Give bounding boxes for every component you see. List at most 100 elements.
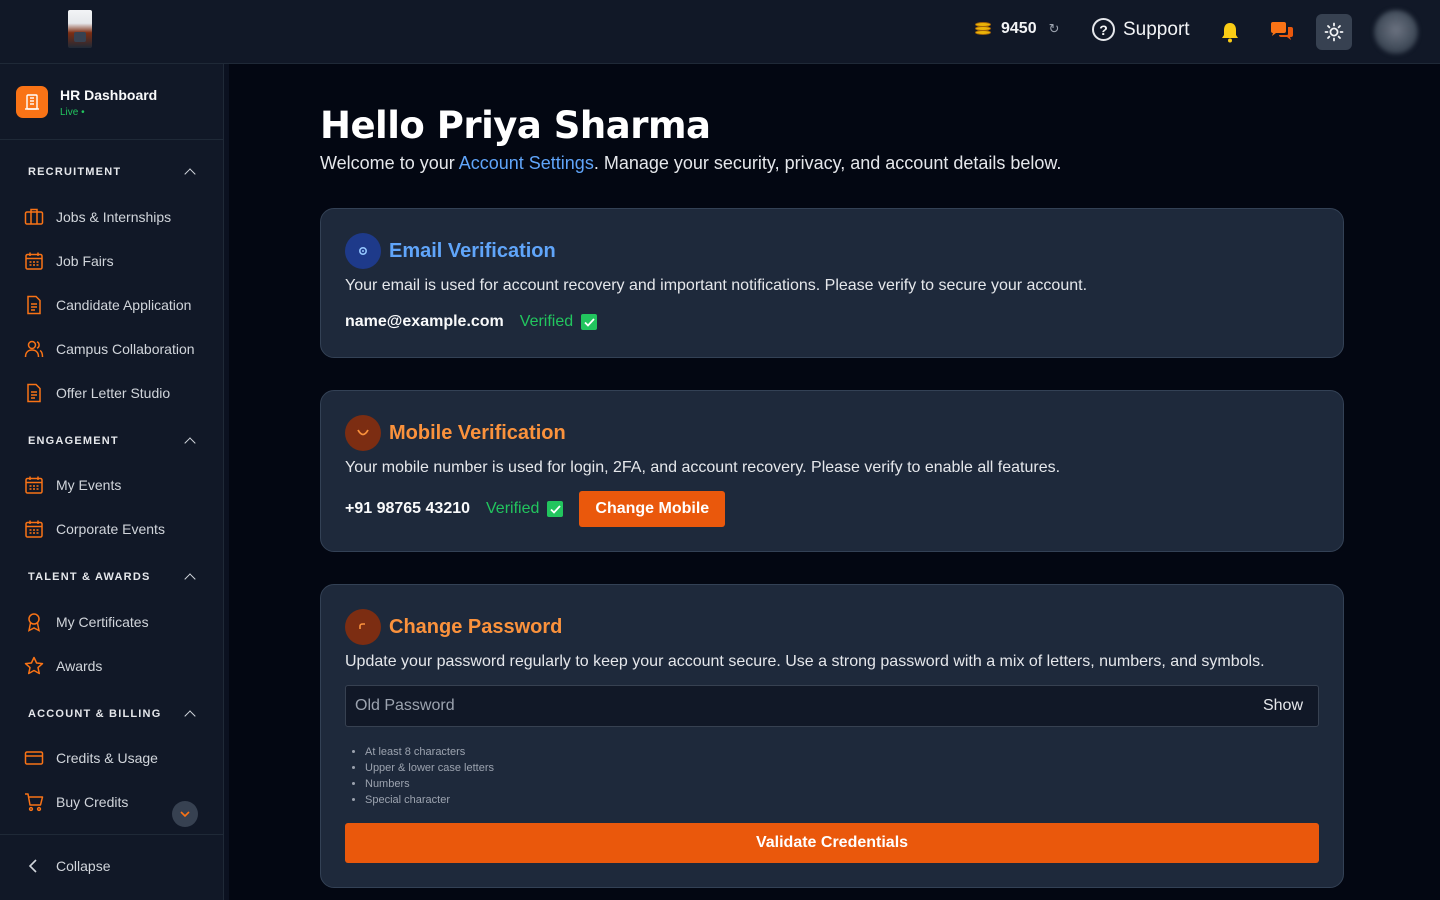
live-status: Live (60, 107, 157, 118)
sidebar-item-label: Buy Credits (56, 794, 129, 810)
section-label: ENGAGEMENT (28, 435, 119, 447)
validate-credentials-button[interactable]: Validate Credentials (345, 823, 1319, 863)
users-icon (24, 340, 44, 358)
sidebar-item-label: My Events (56, 477, 122, 493)
scroll-down-button[interactable] (172, 801, 198, 827)
help-icon: ? (1092, 18, 1115, 41)
main-content: Hello Priya Sharma Welcome to your Accou… (229, 64, 1440, 900)
chevron-up-icon (184, 710, 196, 722)
chevron-up-icon (184, 168, 196, 180)
sidebar-item-label: Campus Collaboration (56, 341, 195, 357)
card-description: Update your password regularly to keep y… (345, 653, 1265, 670)
sidebar-item-label: Job Fairs (56, 253, 114, 269)
change-password-card: Change Password Update your password reg… (320, 584, 1344, 888)
welcome-text: Welcome to your Account Settings. Manage… (320, 153, 1061, 174)
email-icon (345, 233, 381, 269)
sidebar-item-campus-collaboration[interactable]: Campus Collaboration (24, 339, 195, 359)
sidebar-item-label: Corporate Events (56, 521, 165, 537)
ribbon-icon (27, 613, 41, 632)
calendar-icon (25, 252, 43, 270)
credits-value: 9450 (1001, 20, 1037, 37)
card-header: Change Password (345, 609, 562, 645)
card-header: Email Verification (345, 233, 556, 269)
briefcase-icon (24, 208, 44, 225)
card-description: Your mobile number is used for login, 2F… (345, 459, 1061, 476)
sidebar-brand[interactable]: HR Dashboard Live (16, 86, 157, 118)
support-button[interactable]: ? Support (1092, 18, 1190, 41)
check-icon (547, 501, 564, 517)
password-rules: At least 8 characters Upper & lower case… (365, 744, 494, 808)
sidebar-item-jobs-internships[interactable]: Jobs & Internships (24, 207, 171, 227)
sidebar-item-job-fairs[interactable]: Job Fairs (24, 251, 114, 271)
email-row: name@example.com Verified (345, 313, 598, 331)
verified-badge: Verified (486, 500, 564, 518)
collapse-label: Collapse (56, 858, 111, 874)
old-password-field[interactable]: Old Password Show (345, 685, 1319, 727)
user-avatar[interactable] (1374, 10, 1418, 54)
section-label: RECRUITMENT (28, 166, 122, 178)
sidebar: HR Dashboard Live RECRUITMENT Jobs & Int… (0, 64, 224, 900)
section-recruitment[interactable]: RECRUITMENT (28, 166, 198, 180)
sidebar-item-awards[interactable]: Awards (24, 656, 102, 676)
cart-icon (25, 793, 44, 812)
collapse-button[interactable]: Collapse (28, 858, 110, 874)
sidebar-item-label: Offer Letter Studio (56, 385, 171, 401)
sidebar-item-corporate-events[interactable]: Corporate Events (24, 519, 165, 539)
section-account-billing[interactable]: ACCOUNT & BILLING (28, 708, 198, 722)
section-talent-awards[interactable]: TALENT & AWARDS (28, 571, 198, 585)
mobile-row: +91 98765 43210 Verified Change Mobile (345, 491, 726, 527)
sidebar-item-candidate-application[interactable]: Candidate Application (24, 295, 191, 315)
support-label: Support (1123, 18, 1190, 40)
card-title: Email Verification (389, 239, 556, 262)
card-title: Mobile Verification (389, 421, 566, 444)
theme-toggle-button[interactable] (1316, 14, 1352, 50)
section-engagement[interactable]: ENGAGEMENT (28, 435, 198, 449)
email-verification-card: Email Verification Your email is used fo… (320, 208, 1344, 358)
card-header: Mobile Verification (345, 415, 566, 451)
document-icon (27, 383, 41, 403)
calendar-icon (25, 476, 43, 494)
password-rule: Upper & lower case letters (365, 760, 494, 776)
account-settings-link[interactable]: Account Settings (459, 153, 594, 173)
sidebar-item-label: Jobs & Internships (56, 209, 172, 225)
card-title: Change Password (389, 615, 563, 638)
password-rule: Numbers (365, 776, 494, 792)
sidebar-item-label: Awards (56, 658, 103, 674)
password-rule: Special character (365, 792, 494, 808)
chat-icon[interactable] (1270, 21, 1294, 43)
coins-icon (975, 20, 993, 38)
sidebar-item-label: Credits & Usage (56, 750, 158, 766)
star-icon (24, 656, 44, 675)
sidebar-item-my-events[interactable]: My Events (24, 475, 121, 495)
welcome-suffix: . Manage your security, privacy, and acc… (593, 153, 1062, 173)
sidebar-item-credits-usage[interactable]: Credits & Usage (24, 748, 158, 768)
top-bar: 9450 ↻ ? Support (0, 0, 1440, 64)
credits-balance[interactable]: 9450 ↻ (975, 20, 1060, 38)
change-mobile-button[interactable]: Change Mobile (579, 491, 726, 527)
chevron-up-icon (184, 437, 196, 449)
mobile-verification-card: Mobile Verification Your mobile number i… (320, 390, 1344, 552)
refresh-icon[interactable]: ↻ (1049, 21, 1060, 37)
key-icon (345, 609, 381, 645)
building-icon (16, 86, 48, 118)
sidebar-item-my-certificates[interactable]: My Certificates (24, 612, 149, 632)
divider (0, 139, 224, 140)
section-label: TALENT & AWARDS (28, 571, 151, 583)
app-logo[interactable] (68, 10, 92, 48)
mobile-value: +91 98765 43210 (345, 500, 471, 517)
page-title: Hello Priya Sharma (320, 104, 711, 147)
email-value: name@example.com (345, 313, 504, 330)
credit-card-icon (24, 751, 44, 765)
password-rule: At least 8 characters (365, 744, 494, 760)
bell-icon[interactable] (1220, 21, 1240, 43)
sidebar-item-offer-letter-studio[interactable]: Offer Letter Studio (24, 383, 170, 403)
sidebar-item-label: Candidate Application (56, 297, 192, 313)
verified-label: Verified (486, 500, 540, 517)
sidebar-item-buy-credits[interactable]: Buy Credits (24, 792, 128, 812)
phone-icon (345, 415, 381, 451)
card-description: Your email is used for account recovery … (345, 277, 1088, 294)
divider (0, 834, 224, 835)
chevron-down-icon (180, 810, 190, 817)
show-password-toggle[interactable]: Show (1263, 697, 1303, 715)
chevron-up-icon (184, 573, 196, 585)
